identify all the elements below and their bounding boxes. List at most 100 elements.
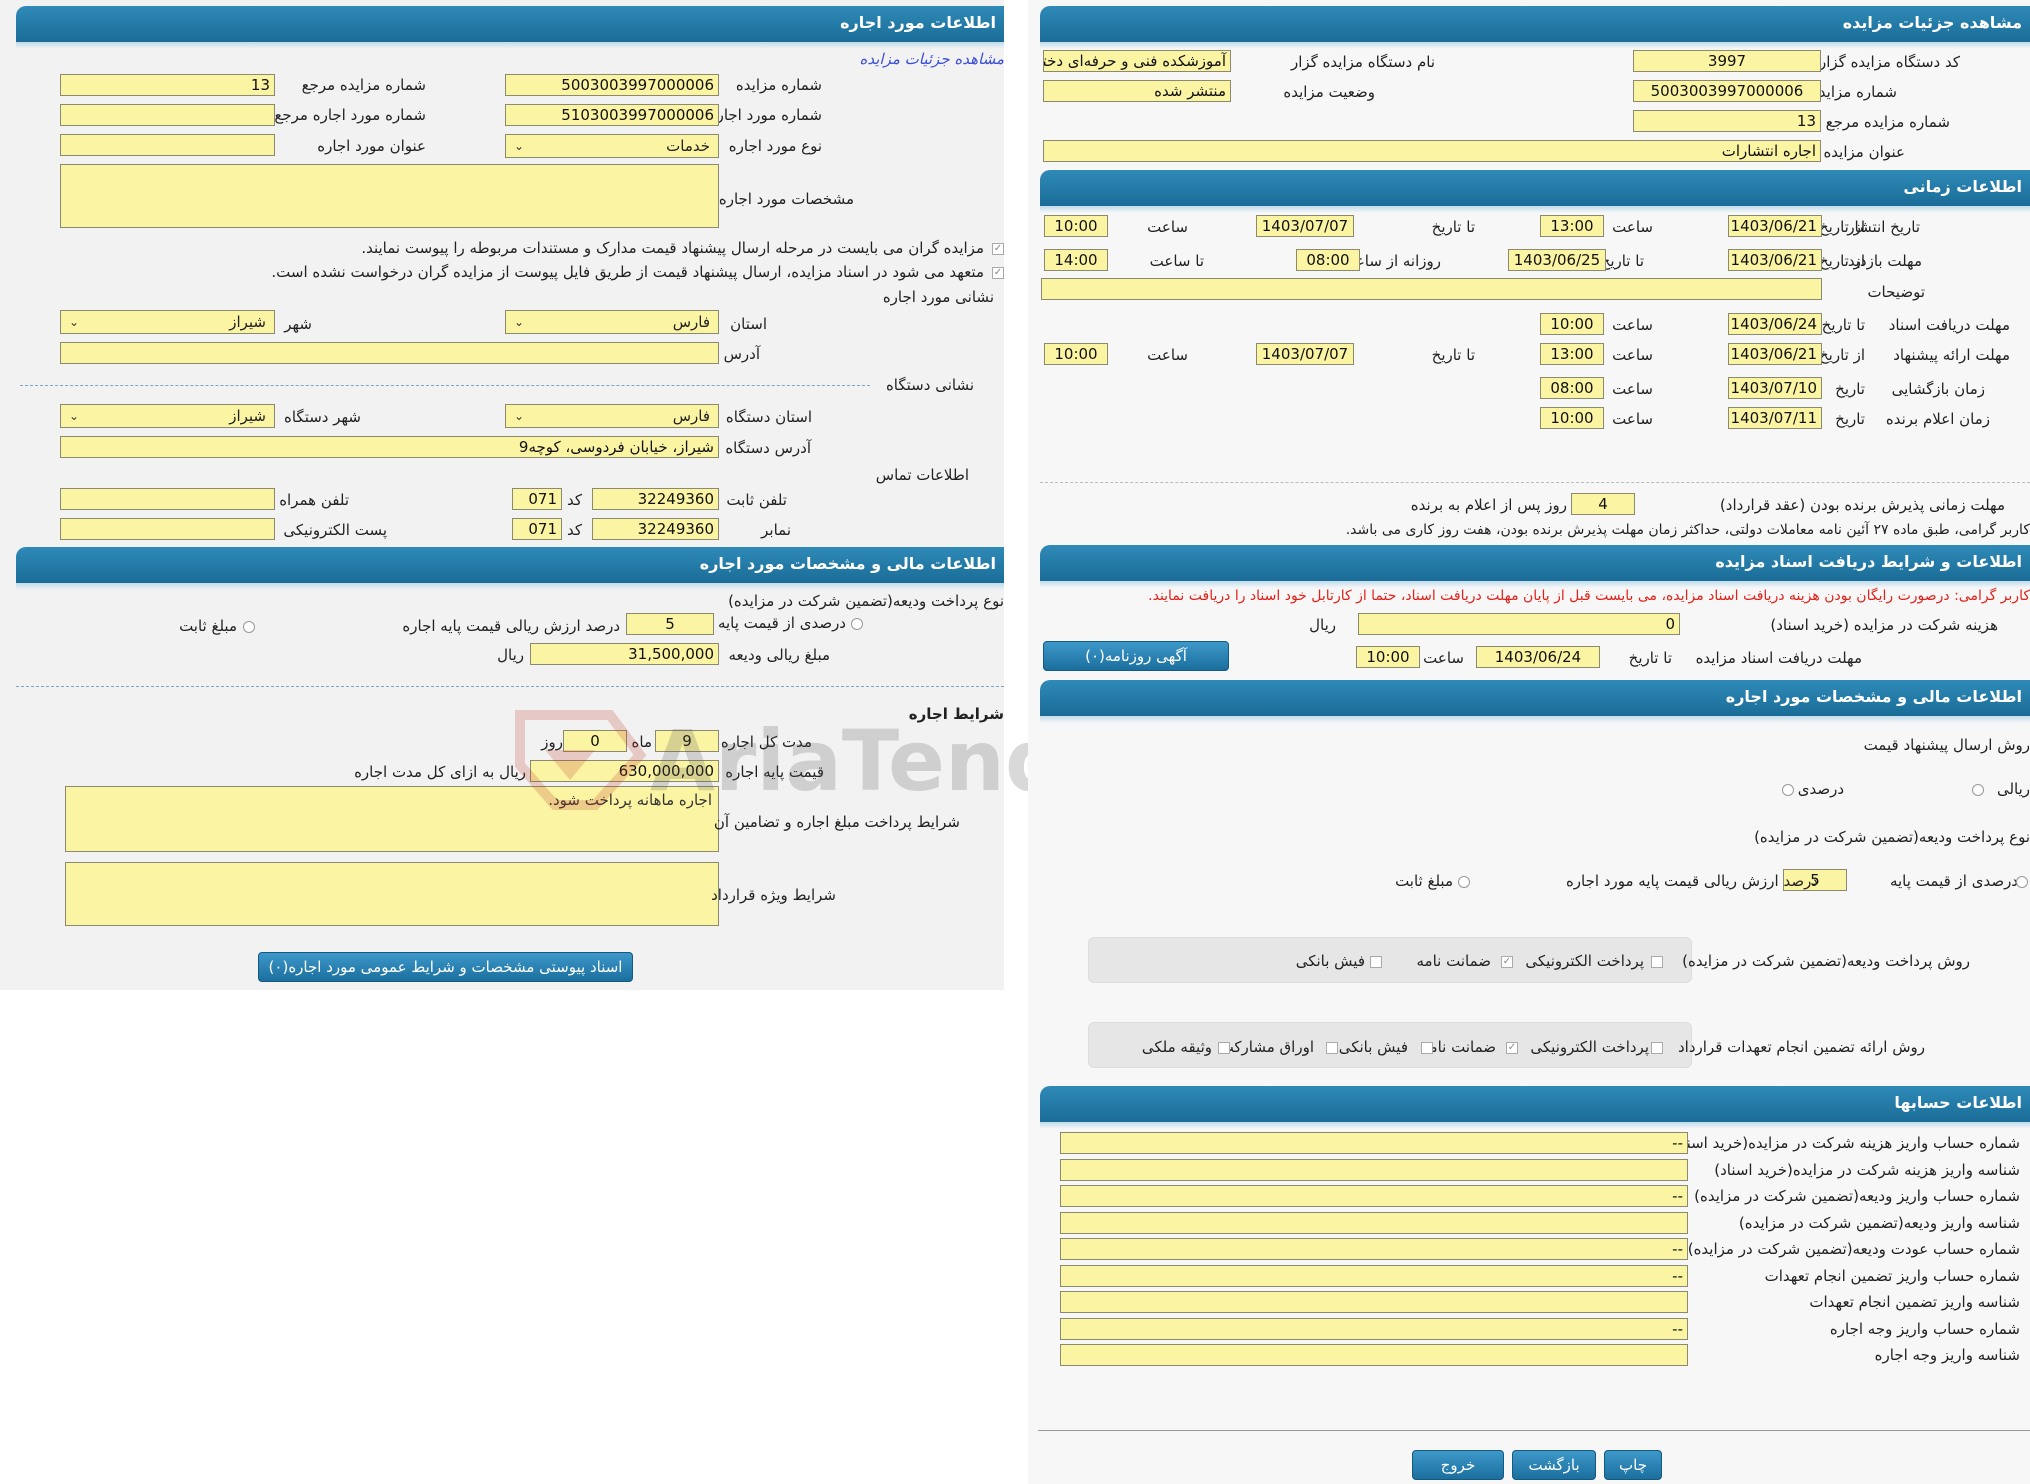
org-city-select[interactable]: شیراز ⌄ (60, 404, 275, 428)
account-field (1060, 1158, 1688, 1181)
publish-from-time: 13:00 (1540, 215, 1604, 237)
exit-button[interactable]: خروج (1412, 1450, 1504, 1480)
auction-number-field: 5003003997000006 (505, 74, 719, 96)
percent-option-label: درصدی (1797, 780, 1844, 798)
epay-checkbox[interactable] (1651, 952, 1663, 970)
percent-radio[interactable] (1782, 780, 1794, 798)
view-auction-details-link[interactable]: مشاهده جزئیات مزایده (860, 50, 1005, 68)
commit-bank-slip-checkbox[interactable] (1421, 1038, 1433, 1056)
percent-label: درصدی از قیمت پایه (717, 614, 846, 632)
description-label: توضیحات (1867, 283, 1925, 301)
rial-option-label: ریالی (1996, 780, 2030, 798)
publish-to-time: 10:00 (1044, 215, 1108, 237)
opening-label: زمان بازگشایی (1891, 380, 1985, 398)
province-label: استان (730, 315, 767, 333)
account-label: شماره حساب واریز تضمین انجام تعهدات (1764, 1266, 2020, 1285)
newspaper-ad-button[interactable]: آگهی روزنامه(۰) (1043, 641, 1229, 671)
attachments-button[interactable]: اسناد پیوستی مشخصات و شرایط عمومی مورد ا… (258, 952, 633, 982)
org-name-label: نام دستگاه مزایده گزار (1290, 53, 1435, 71)
time-label: ساعت (1612, 218, 1653, 236)
offer-method-label: روش ارسال پیشنهاد قیمت (1863, 736, 2030, 754)
property-checkbox[interactable] (1218, 1038, 1230, 1056)
doc-deadline-label: مهلت دریافت اسناد (1888, 316, 2010, 334)
special-terms-field (65, 862, 719, 926)
account-field: -- (1060, 1264, 1688, 1287)
note-attach-docs: مزایده گران می بایست در مرحله ارسال پیشن… (361, 239, 984, 257)
percent-description: درصد ارزش ریالی قیمت پایه اجاره (402, 617, 620, 635)
city-select[interactable]: شیراز ⌄ (60, 310, 275, 334)
lease-type-select[interactable]: خدمات ⌄ (505, 134, 719, 158)
auction-title-label: عنوان مزایده (1823, 143, 1905, 161)
time-label: ساعت (1612, 316, 1653, 334)
account-label: شناسه واریز تضمین انجام تعهدات (1809, 1293, 2020, 1311)
ref-number-field: 13 (1633, 110, 1821, 132)
base-price-field: 630,000,000 (530, 760, 719, 782)
offer-from-time: 13:00 (1540, 343, 1604, 365)
ref-lease-item-label: شماره مورد اجاره مرجع (274, 106, 426, 124)
fee-currency-label: ریال (1309, 616, 1336, 634)
financial-header: اطلاعات مالی و مشخصات مورد اجاره (16, 547, 1004, 590)
date-label: تاریخ (1835, 380, 1865, 398)
fixed-amount-label: مبلغ ثابت (179, 617, 237, 635)
fixed-amount-radio[interactable] (243, 617, 255, 635)
opening-date: 1403/07/10 (1728, 377, 1822, 399)
percent-radio[interactable] (851, 614, 863, 632)
base-price-label: قیمت پایه اجاره (725, 763, 824, 781)
lease-terms-title: شرایط اجاره (908, 705, 1004, 723)
guarantee-checkbox[interactable]: ✓ (1501, 952, 1513, 970)
bank-slip-checkbox[interactable] (1370, 952, 1382, 970)
fixed-amount-radio[interactable] (1458, 872, 1470, 890)
commit-guarantee-checkbox[interactable]: ✓ (1506, 1038, 1518, 1056)
fax-label: نمابر (761, 521, 791, 539)
commit-bank-slip-label: فیش بانکی (1338, 1038, 1408, 1056)
account-field (1060, 1211, 1688, 1234)
city-value: شیراز (229, 313, 266, 331)
back-button[interactable]: بازگشت (1512, 1450, 1596, 1480)
chevron-down-icon: ⌄ (69, 409, 80, 423)
percent-base-radio[interactable] (2016, 872, 2028, 890)
province-select[interactable]: فارس ⌄ (505, 310, 719, 334)
months-field: 9 (655, 730, 719, 752)
commit-epay-checkbox[interactable] (1651, 1038, 1663, 1056)
to-time-label: تا ساعت (1149, 252, 1204, 270)
commitment-method-label: روش ارائه تضمین انجام تعهدات قرارداد (1678, 1038, 1925, 1056)
to-date-label: تا تاریخ (1431, 346, 1475, 364)
accept-days-suffix: روز پس از اعلام به برنده (1410, 496, 1567, 514)
mobile-field (60, 488, 275, 510)
deposit-currency-label: ریال (497, 646, 524, 664)
print-button[interactable]: چاپ (1604, 1450, 1662, 1480)
bonds-checkbox[interactable] (1326, 1038, 1338, 1056)
divider (20, 385, 870, 386)
to-date-label: تا تاریخ (1431, 218, 1475, 236)
visit-from-date: 1403/06/21 (1728, 249, 1822, 271)
free-docs-note: کاربر گرامی: درصورت رایگان بودن هزینه در… (1148, 588, 2030, 604)
note-no-attachment: متعهد می شود در اسناد مزایده، ارسال پیشن… (271, 263, 984, 281)
account-field: -- (1060, 1185, 1688, 1207)
ref-lease-item-field (60, 104, 275, 126)
org-code-field: 3997 (1633, 50, 1821, 72)
doc-receive-time: 10:00 (1356, 646, 1420, 668)
contact-title: اطلاعات تماس (875, 466, 969, 484)
auction-number-label: شماره مزایده (1810, 83, 1897, 101)
rial-radio[interactable] (1972, 780, 1984, 798)
visit-daily-to: 14:00 (1044, 249, 1108, 271)
province-value: فارس (672, 313, 710, 331)
note1-checkbox: ✓ (992, 242, 1004, 255)
deposit-amount-field: 31,500,000 (530, 643, 719, 665)
auction-number-field: 5003003997000006 (1633, 80, 1821, 102)
org-province-select[interactable]: فارس ⌄ (505, 404, 719, 428)
divider (16, 686, 1004, 687)
account-label: شناسه واریز وجه اجاره (1874, 1346, 2020, 1364)
chevron-down-icon: ⌄ (514, 315, 525, 329)
org-address-label: آدرس دستگاه (725, 439, 811, 457)
property-label: وثیقه ملکی (1141, 1038, 1212, 1056)
address-label: آدرس (723, 345, 760, 363)
publish-to-date: 1403/07/07 (1256, 215, 1354, 237)
lease-spec-label: مشخصات مورد اجاره (718, 190, 854, 208)
bonds-label: اوراق مشارکت (1219, 1038, 1314, 1056)
to-date-label: تا تاریخ (1628, 649, 1672, 667)
lease-type-label: نوع مورد اجاره (728, 137, 822, 155)
fax-code-label: کد (566, 521, 582, 539)
org-name-field: آموزشکده فنی و حرفه‌ای دختران شیراز (1043, 50, 1231, 72)
account-field (1060, 1344, 1688, 1366)
